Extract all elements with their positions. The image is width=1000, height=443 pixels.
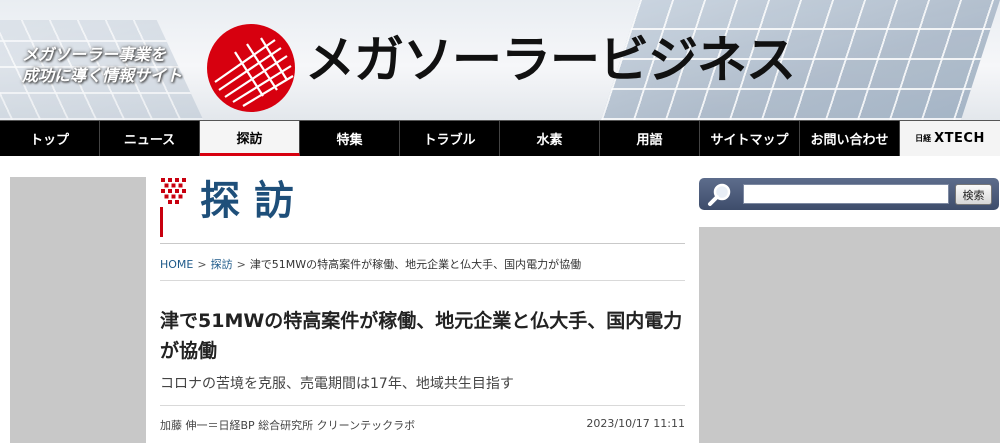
divider (160, 243, 685, 244)
article-author: 加藤 伸一＝日経BP 総合研究所 クリーンテックラボ (160, 419, 416, 432)
search-button[interactable]: 検索 (955, 184, 992, 205)
left-ad-placeholder (10, 177, 146, 443)
nav-item-news[interactable]: ニュース (100, 121, 200, 156)
breadcrumb-current: 津で51MWの特高案件が稼働、地元企業と仏大手、国内電力が協働 (249, 258, 582, 271)
tagline-line-1: メガソーラー事業を (22, 45, 167, 64)
nav-item-hydrogen[interactable]: 水素 (500, 121, 600, 156)
section-title: 探訪 (200, 178, 308, 224)
search-bar: 検索 (699, 178, 999, 210)
article-date: 2023/10/17 11:11 (586, 417, 685, 430)
search-input[interactable] (743, 184, 949, 204)
section-header: 探訪 (160, 177, 685, 237)
divider (160, 405, 685, 406)
xtech-nikkei-label: 日経 (915, 134, 932, 143)
magnifier-icon (708, 183, 731, 206)
nav-item-sitemap[interactable]: サイトマップ (700, 121, 800, 156)
right-ad-placeholder (699, 227, 1000, 443)
nav-item-contact[interactable]: お問い合わせ (800, 121, 900, 156)
section-accent-bar (160, 207, 163, 237)
article-subheadline: コロナの苦境を克服、売電期間は17年、地域共生目指す (160, 376, 514, 392)
breadcrumb-home-link[interactable]: HOME (160, 258, 193, 271)
nav-item-xtech[interactable]: 日経 XTECH (900, 121, 1000, 156)
diamond-dots-icon (161, 178, 186, 204)
xtech-logo-label: XTECH (934, 131, 985, 146)
nav-item-tanbou[interactable]: 探訪 (200, 121, 300, 156)
nav-item-feature[interactable]: 特集 (300, 121, 400, 156)
article-headline: 津で51MWの特高案件が稼働、地元企業と仏大手、国内電力が協働 (160, 310, 683, 362)
site-tagline: メガソーラー事業を 成功に導く情報サイト (22, 44, 182, 86)
global-nav: トップ ニュース 探訪 特集 トラブル 水素 用語 サイトマップ お問い合わせ … (0, 120, 1000, 156)
nav-item-top[interactable]: トップ (0, 121, 100, 156)
nav-item-trouble[interactable]: トラブル (400, 121, 500, 156)
breadcrumb-section-link[interactable]: 探訪 (211, 258, 233, 271)
site-logo-text[interactable]: メガソーラービジネス (305, 30, 796, 90)
breadcrumb-separator: > (236, 258, 246, 271)
site-header-banner: メガソーラー事業を 成功に導く情報サイト メガソーラービジネス (0, 0, 1000, 120)
logo-sun-icon[interactable] (205, 22, 297, 114)
nav-item-glossary[interactable]: 用語 (600, 121, 700, 156)
breadcrumb: HOME > 探訪 > 津で51MWの特高案件が稼働、地元企業と仏大手、国内電力が協働 (160, 256, 581, 272)
breadcrumb-separator: > (197, 258, 207, 271)
divider (160, 280, 685, 281)
tagline-line-2: 成功に導く情報サイト (22, 66, 183, 85)
